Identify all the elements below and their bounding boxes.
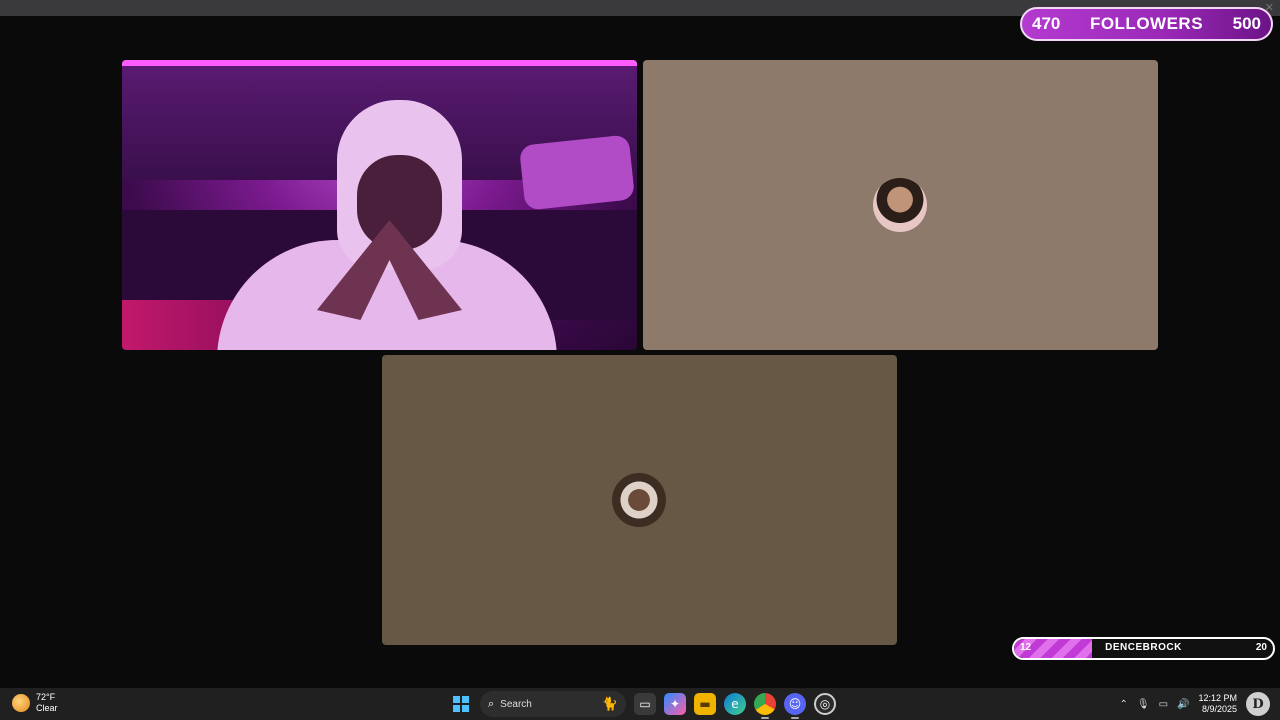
sub-goal-name: DENCEBROCK [1105, 642, 1182, 653]
video-tile-webcam[interactable] [122, 60, 637, 350]
followers-target: 500 [1232, 14, 1261, 33]
file-explorer-icon[interactable]: ▬ [694, 693, 716, 715]
sub-goal-bar: 12 DENCEBROCK 20 [1012, 637, 1275, 660]
scene-pillow [518, 134, 636, 211]
followers-label: FOLLOWERS [1089, 14, 1204, 33]
scene-light-bar [122, 60, 637, 66]
video-tile-user3[interactable] [382, 355, 897, 645]
display-icon[interactable]: ▭ [1159, 699, 1168, 710]
search-placeholder: Search [500, 698, 532, 710]
followers-current: 470 [1032, 14, 1061, 33]
search-icon: ⌕ [488, 697, 495, 710]
avatar [873, 178, 927, 232]
chevron-up-icon[interactable]: ⌃ [1119, 699, 1127, 710]
search-box[interactable]: ⌕ Search 🐈 [480, 691, 626, 717]
edge-icon[interactable]: e [724, 693, 746, 715]
task-view-icon[interactable]: ▭ [634, 693, 656, 715]
start-icon[interactable] [450, 693, 472, 715]
followers-goal-bar: 470 FOLLOWERS 500 [1020, 7, 1273, 41]
clock-time: 12:12 PM [1198, 693, 1237, 703]
obs-icon[interactable]: ◎ [814, 693, 836, 715]
clock-date: 8/9/2025 [1201, 704, 1237, 714]
system-tray: ⌃ 🎙 ▭ 🔊 12:12 PM 8/9/2025 D [1119, 692, 1270, 716]
corner-logo-icon: D [1246, 692, 1270, 716]
weather-temp: 72°F [36, 692, 56, 702]
avatar [612, 473, 666, 527]
speaker-icon[interactable]: 🔊 [1177, 699, 1189, 710]
weather-widget[interactable]: 72°F Clear [12, 692, 58, 714]
sub-goal-end: 20 [1255, 642, 1267, 653]
chrome-icon[interactable] [754, 693, 776, 719]
search-highlight-icon: 🐈 [601, 696, 618, 712]
discord-icon[interactable]: ☺ [784, 693, 806, 719]
taskbar: 72°F Clear ⌕ Search 🐈 ▭ ✦ ▬ e ☺ ◎ ⌃ 🎙 ▭ … [0, 688, 1280, 720]
taskbar-apps: ⌕ Search 🐈 ▭ ✦ ▬ e ☺ ◎ [450, 691, 836, 719]
weather-desc: Clear [36, 703, 58, 713]
weather-sun-icon [12, 694, 30, 712]
microphone-icon[interactable]: 🎙 [1137, 699, 1150, 710]
copilot-icon[interactable]: ✦ [664, 693, 686, 715]
clock[interactable]: 12:12 PM 8/9/2025 [1198, 693, 1237, 715]
video-tile-user2[interactable] [643, 60, 1158, 350]
